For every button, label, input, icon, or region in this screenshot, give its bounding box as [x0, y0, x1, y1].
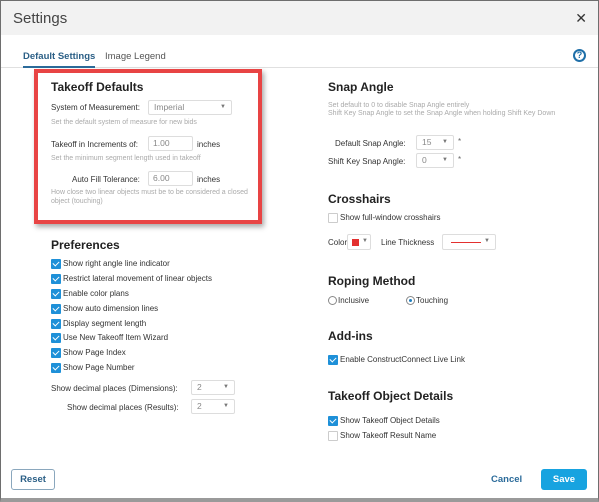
- close-icon[interactable]: ✕: [575, 10, 587, 27]
- increments-hint: Set the minimum segment length used in t…: [51, 155, 201, 162]
- snap-angle-hint-2: Shift Key Snap Angle to set the Snap Ang…: [328, 110, 556, 117]
- chevron-down-icon: ▼: [484, 238, 490, 244]
- checkbox-label: Show auto dimension lines: [63, 304, 159, 313]
- system-of-measurement-value: Imperial: [154, 102, 185, 112]
- checkbox-label: Display segment length: [63, 319, 147, 328]
- autofill-label: Auto Fill Tolerance:: [72, 175, 140, 184]
- chevron-down-icon: ▼: [223, 384, 229, 390]
- color-label: Color: [328, 238, 348, 247]
- color-picker[interactable]: ▼: [347, 234, 371, 250]
- radio-inclusive[interactable]: [328, 296, 337, 305]
- takeoff-defaults-heading: Takeoff Defaults: [51, 80, 144, 94]
- checkbox-page-index[interactable]: [51, 348, 61, 358]
- show-object-details-label: Show Takeoff Object Details: [340, 416, 440, 425]
- required-marker: *: [458, 137, 462, 146]
- title-bar: Settings ✕: [1, 1, 598, 35]
- crosshairs-heading: Crosshairs: [328, 192, 391, 206]
- checkbox-show-result-name[interactable]: [328, 431, 338, 441]
- system-of-measurement-hint: Set the default system of measure for ne…: [51, 119, 197, 126]
- checkbox-label: Use New Takeoff Item Wizard: [63, 333, 169, 342]
- reset-button[interactable]: Reset: [11, 469, 55, 490]
- default-snap-angle-select[interactable]: 15 ▼: [416, 135, 454, 150]
- tab-image-legend[interactable]: Image Legend: [105, 51, 166, 62]
- radio-inclusive-label: Inclusive: [338, 296, 370, 305]
- radio-touching[interactable]: [406, 296, 415, 305]
- checkbox-auto-dimension[interactable]: [51, 304, 61, 314]
- save-button[interactable]: Save: [541, 469, 587, 490]
- tab-default-settings[interactable]: Default Settings: [23, 51, 95, 62]
- chevron-down-icon: ▼: [223, 403, 229, 409]
- checkbox-label: Enable color plans: [63, 289, 129, 298]
- increments-label: Takeoff in Increments of:: [51, 140, 139, 149]
- decimal-dimensions-label: Show decimal places (Dimensions):: [51, 384, 178, 393]
- radio-touching-label: Touching: [416, 296, 449, 305]
- autofill-hint: How close two linear objects must be to …: [51, 189, 248, 205]
- checkbox-show-object-details[interactable]: [328, 416, 338, 426]
- checkbox-label: Restrict lateral movement of linear obje…: [63, 274, 212, 283]
- chevron-down-icon: ▼: [220, 104, 226, 110]
- shift-snap-angle-label: Shift Key Snap Angle:: [328, 157, 406, 166]
- checkbox-label: Show right angle line indicator: [63, 259, 170, 268]
- required-marker: *: [458, 155, 462, 164]
- chevron-down-icon: ▼: [362, 238, 368, 244]
- checkbox-segment-length[interactable]: [51, 319, 61, 329]
- checkbox-label: Show Page Number: [63, 363, 135, 372]
- show-result-name-label: Show Takeoff Result Name: [340, 431, 437, 440]
- checkbox-full-window-crosshairs[interactable]: [328, 213, 338, 223]
- shift-snap-angle-value: 0: [422, 155, 427, 165]
- full-window-crosshairs-label: Show full-window crosshairs: [340, 213, 441, 222]
- line-thickness-select[interactable]: ▼: [442, 234, 496, 250]
- checkbox-item-wizard[interactable]: [51, 333, 61, 343]
- shift-snap-angle-select[interactable]: 0 ▼: [416, 153, 454, 168]
- autofill-input[interactable]: 6.00: [148, 171, 193, 186]
- default-snap-angle-value: 15: [422, 137, 432, 147]
- color-swatch: [352, 239, 359, 246]
- active-tab-indicator: [23, 66, 95, 68]
- system-of-measurement-select[interactable]: Imperial ▼: [148, 100, 232, 115]
- roping-method-heading: Roping Method: [328, 274, 416, 288]
- decimal-results-label: Show decimal places (Results):: [67, 403, 179, 412]
- system-of-measurement-label: System of Measurement:: [51, 103, 140, 112]
- decimal-dimensions-select[interactable]: 2 ▼: [191, 380, 235, 395]
- help-icon[interactable]: ?: [573, 49, 586, 62]
- increments-unit: inches: [197, 140, 221, 149]
- checkbox-page-number[interactable]: [51, 363, 61, 373]
- default-snap-angle-label: Default Snap Angle:: [335, 139, 406, 148]
- snap-angle-heading: Snap Angle: [328, 80, 394, 94]
- checkbox-live-link[interactable]: [328, 355, 338, 365]
- checkbox-color-plans[interactable]: [51, 289, 61, 299]
- tab-bar: Default Settings Image Legend ?: [1, 35, 598, 68]
- autofill-unit: inches: [197, 175, 221, 184]
- decimal-results-select[interactable]: 2 ▼: [191, 399, 235, 414]
- increments-input[interactable]: 1.00: [148, 136, 193, 151]
- cancel-button[interactable]: Cancel: [491, 474, 522, 485]
- checkbox-right-angle-indicator[interactable]: [51, 259, 61, 269]
- addins-heading: Add-ins: [328, 329, 373, 343]
- chevron-down-icon: ▼: [442, 139, 448, 145]
- chevron-down-icon: ▼: [442, 157, 448, 163]
- live-link-label: Enable ConstructConnect Live Link: [340, 355, 465, 364]
- decimal-dimensions-value: 2: [197, 382, 202, 392]
- decimal-results-value: 2: [197, 401, 202, 411]
- checkbox-restrict-lateral[interactable]: [51, 274, 61, 284]
- dialog-title: Settings: [13, 10, 68, 27]
- object-details-heading: Takeoff Object Details: [328, 389, 454, 403]
- preferences-heading: Preferences: [51, 238, 120, 252]
- line-thickness-preview: [451, 242, 481, 243]
- line-thickness-label: Line Thickness: [381, 238, 435, 247]
- checkbox-label: Show Page Index: [63, 348, 126, 357]
